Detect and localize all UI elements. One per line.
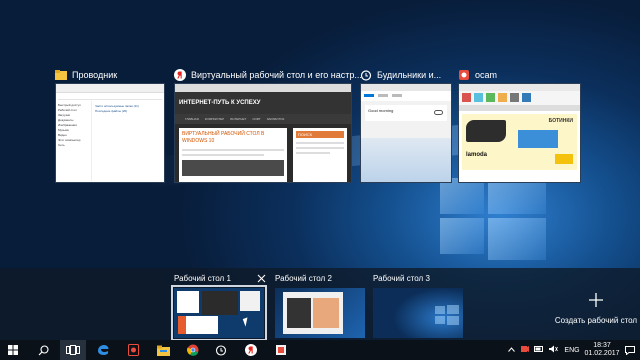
desktop-label: Рабочий стол 2 [275, 274, 332, 283]
menu-item: ЗАРАБОТОК [266, 117, 285, 121]
taskbar-edge[interactable] [86, 340, 120, 360]
system-tray: ENG 18:37 01.02.2017 [504, 340, 640, 360]
desktop-label: Рабочий стол 3 [373, 274, 430, 283]
close-desktop-button[interactable] [255, 272, 267, 284]
folder-icon [55, 70, 67, 80]
desktop-thumbnail[interactable] [373, 288, 463, 338]
language-indicator[interactable]: ENG [560, 347, 584, 354]
menu-item: СОФТ [252, 117, 261, 121]
sidebar-heading: ПОИСК [296, 131, 344, 138]
start-button[interactable] [0, 340, 26, 360]
volume-icon [548, 345, 558, 353]
window-title: Будильники и... [377, 70, 442, 80]
menu-item: КОМПЬЮТЕР [204, 117, 225, 121]
clock-time: 18:37 [593, 342, 611, 349]
file-group: Последние файлы (20) [95, 109, 128, 113]
battery-icon [534, 346, 543, 352]
window-header[interactable]: Проводник [55, 66, 117, 84]
paint-icon [276, 345, 286, 355]
alarm-clock-icon [215, 345, 227, 356]
yandex-browser-icon [174, 69, 186, 81]
tray-battery[interactable] [532, 346, 546, 354]
desktop-2[interactable]: Рабочий стол 2 [275, 272, 369, 338]
desktop-label: Рабочий стол 1 [174, 274, 231, 283]
notification-icon [625, 345, 635, 355]
window-title: Проводник [72, 70, 118, 80]
alarm-clock-icon [360, 70, 372, 81]
search-icon [38, 344, 49, 355]
start-icon [8, 345, 18, 355]
window-header[interactable]: ocam [458, 66, 497, 84]
window-thumbnail[interactable]: Good morning [360, 83, 452, 183]
taskbar-paint[interactable] [266, 340, 296, 360]
window-title: Виртуальный рабочий стол и его настр... [191, 70, 362, 80]
nav-item: Сеть [58, 143, 65, 147]
window-thumbnail[interactable]: БОТИНКИ lamoda [458, 83, 581, 183]
ad-image [466, 120, 506, 142]
window-header[interactable]: Будильники и... [360, 66, 441, 84]
desktop-thumbnail[interactable] [275, 288, 365, 338]
menu-item: ИНТЕРНЕТ [230, 117, 247, 121]
chevron-up-icon [507, 346, 515, 352]
ocam-icon [127, 344, 139, 356]
taskbar-chrome[interactable] [180, 340, 206, 360]
plus-icon [589, 293, 603, 307]
yandex-browser-icon [245, 344, 257, 356]
search-button[interactable] [26, 340, 60, 360]
desktop-thumbnail[interactable] [171, 285, 267, 341]
logo-pane [440, 178, 484, 214]
article-headline: ВИРТУАЛЬНЫЙ РАБОЧИЙ СТОЛ В WINDOWS 10 [182, 131, 265, 144]
clock-date: 01.02.2017 [584, 350, 620, 357]
logo-pane [440, 218, 484, 254]
record-icon [521, 346, 529, 352]
action-center-button[interactable] [620, 345, 640, 355]
ad-brand: lamoda [466, 152, 488, 158]
window-thumbnail[interactable]: Быстрый доступ Рабочий стол Загрузки Док… [55, 83, 165, 183]
window-header[interactable]: Виртуальный рабочий стол и его настр... [174, 66, 362, 84]
ad-graphic [518, 130, 558, 148]
new-desktop-label: Создать рабочий стол [554, 316, 638, 325]
ocam-icon [459, 70, 469, 80]
tray-chevron[interactable] [504, 346, 518, 354]
explorer-icon [156, 345, 170, 356]
ad-badge [555, 154, 573, 164]
alarm-name: Good morning [368, 108, 394, 113]
alarm-toggle[interactable] [434, 110, 443, 115]
new-desktop-button[interactable]: Создать рабочий стол [552, 292, 640, 325]
window-thumbnail[interactable]: ИНТЕРНЕТ-ПУТЬ К УСПЕХУ ГЛАВНАЯ КОМПЬЮТЕР… [174, 83, 352, 183]
task-view-icon [66, 345, 80, 355]
ad-word: БОТИНКИ [548, 118, 573, 124]
task-view-button[interactable] [60, 340, 86, 360]
desktop-3[interactable]: Рабочий стол 3 [373, 272, 467, 338]
close-icon [257, 274, 265, 282]
desktop-1[interactable]: Рабочий стол 1 [171, 272, 268, 341]
menu-item: ГЛАВНАЯ [185, 117, 199, 121]
tray-volume[interactable] [546, 345, 560, 355]
taskbar-explorer[interactable] [146, 340, 180, 360]
taskbar-yandex[interactable] [236, 340, 266, 360]
chrome-icon [187, 344, 199, 356]
clock[interactable]: 18:37 01.02.2017 [584, 342, 620, 358]
cursor-icon [242, 317, 251, 327]
taskbar-ocam[interactable] [120, 340, 146, 360]
taskbar-alarms[interactable] [206, 340, 236, 360]
edge-icon [98, 345, 109, 355]
logo-pane [488, 218, 546, 260]
site-title: ИНТЕРНЕТ-ПУТЬ К УСПЕХУ [175, 92, 351, 114]
tray-ocam[interactable] [518, 345, 532, 355]
window-title: ocam [475, 70, 498, 80]
